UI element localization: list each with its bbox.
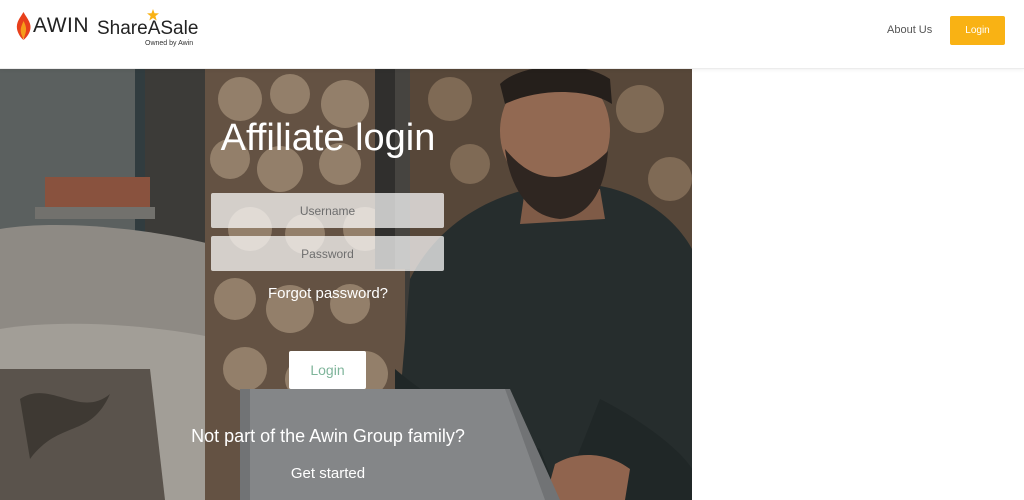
page-title: Affiliate login xyxy=(220,117,436,159)
login-hero: Affiliate login Forgot password? Login N… xyxy=(0,69,692,500)
shareasale-logo-text: ShareASale xyxy=(97,18,199,39)
header-login-button[interactable]: Login xyxy=(950,16,1005,45)
about-us-link[interactable]: About Us xyxy=(887,23,932,37)
awin-logo[interactable]: AWIN xyxy=(15,10,89,42)
top-header: AWIN ShareASale Owned by Awin About Us L… xyxy=(0,0,1024,69)
shareasale-tagline: Owned by Awin xyxy=(145,40,194,47)
get-started-link[interactable]: Get started xyxy=(240,465,416,482)
awin-flame-icon xyxy=(16,12,31,40)
shareasale-logo[interactable]: ShareASale Owned by Awin xyxy=(97,9,207,50)
password-input[interactable] xyxy=(211,236,444,271)
awin-logo-text: AWIN xyxy=(33,14,90,37)
login-submit-button[interactable]: Login xyxy=(289,351,366,389)
forgot-password-link[interactable]: Forgot password? xyxy=(190,285,466,302)
signup-prompt-text: Not part of the Awin Group family? xyxy=(191,426,465,446)
username-input[interactable] xyxy=(211,193,444,228)
